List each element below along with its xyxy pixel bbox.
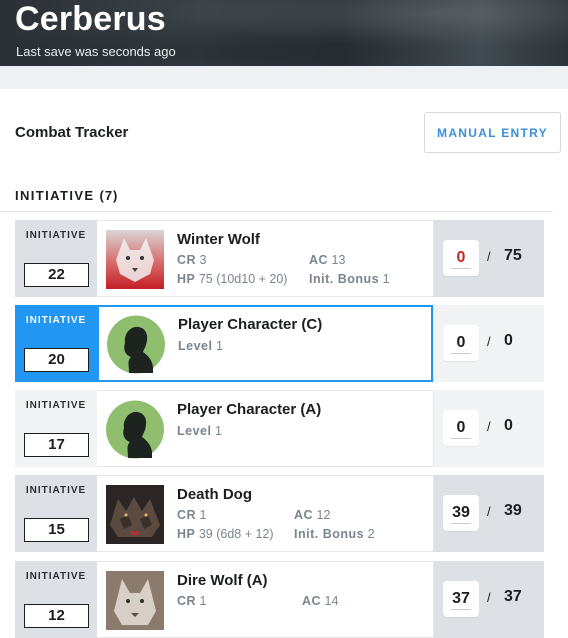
combatant-name: Dire Wolf (A) (177, 572, 268, 589)
level-stat: Level 1 (177, 424, 222, 438)
cr-stat: CR 3 (177, 253, 207, 267)
app-title: Cerberus (15, 0, 166, 38)
page-title: Combat Tracker (15, 124, 129, 141)
combatant-row[interactable]: INITIATIVE 15 Death Dog CR 1 AC 12 HP 39… (15, 475, 544, 552)
hp-box: 37 / 37 (433, 561, 544, 638)
hp-current-input[interactable]: 0 (443, 240, 479, 276)
initiative-value[interactable]: 20 (24, 348, 89, 372)
hp-box: 0 / 0 (433, 305, 544, 382)
init-bonus-stat: Init. Bonus 2 (294, 527, 375, 541)
combatant-name: Death Dog (177, 486, 252, 503)
header-strip (0, 66, 568, 89)
initiative-value[interactable]: 12 (24, 604, 89, 628)
combatant-card[interactable]: Dire Wolf (A) CR 1 AC 14 (97, 561, 433, 638)
cr-stat: CR 1 (177, 508, 207, 522)
ac-stat: AC 12 (294, 508, 331, 522)
initiative-box: INITIATIVE 17 (15, 390, 97, 467)
combatant-card[interactable]: Player Character (C) Level 1 (97, 305, 433, 382)
cr-stat: CR 1 (177, 594, 207, 608)
combatant-name: Winter Wolf (177, 231, 260, 248)
dire-wolf-portrait (106, 571, 164, 630)
combatant-card[interactable]: Death Dog CR 1 AC 12 HP 39 (6d8 + 12) In… (97, 475, 433, 552)
hp-current-input[interactable]: 0 (443, 410, 479, 446)
initiative-value[interactable]: 22 (24, 263, 89, 287)
hp-stat: HP 75 (10d10 + 20) (177, 272, 288, 286)
manual-entry-button[interactable]: MANUAL ENTRY (424, 112, 561, 153)
player-silhouette-icon (106, 400, 164, 459)
initiative-count: (7) (99, 188, 119, 203)
hp-separator: / (487, 334, 491, 349)
hp-box: 39 / 39 (433, 475, 544, 552)
hp-box: 0 / 0 (433, 390, 544, 467)
death-dog-portrait (106, 485, 164, 544)
save-status: Last save was seconds ago (16, 44, 176, 59)
hp-separator: / (487, 249, 491, 264)
hp-max: 39 (504, 502, 522, 519)
hp-current-input[interactable]: 37 (443, 581, 479, 617)
hp-max: 75 (504, 247, 522, 264)
initiative-value[interactable]: 17 (24, 433, 89, 457)
header-banner: Cerberus Last save was seconds ago (0, 0, 568, 66)
ac-stat: AC 14 (302, 594, 339, 608)
initiative-label: INITIATIVE (25, 230, 87, 241)
hp-max: 37 (504, 588, 522, 605)
combatant-name: Player Character (C) (178, 316, 323, 333)
winter-wolf-portrait (106, 230, 164, 289)
hp-box: 0 / 75 (433, 220, 544, 297)
combatant-card[interactable]: Player Character (A) Level 1 (97, 390, 433, 467)
hp-stat: HP 39 (6d8 + 12) (177, 527, 274, 541)
initiative-heading: INITIATIVE (7) (15, 188, 118, 203)
initiative-label: INITIATIVE (25, 571, 87, 582)
player-silhouette-icon (107, 315, 165, 374)
hp-current-input[interactable]: 0 (443, 325, 479, 361)
init-bonus-stat: Init. Bonus 1 (309, 272, 390, 286)
level-stat: Level 1 (178, 339, 223, 353)
combatant-row[interactable]: INITIATIVE 17 Player Character (A) Level… (15, 390, 544, 467)
initiative-label: INITIATIVE (25, 400, 87, 411)
initiative-heading-label: INITIATIVE (15, 188, 95, 203)
hp-max: 0 (504, 332, 513, 349)
initiative-value[interactable]: 15 (24, 518, 89, 542)
hp-current-input[interactable]: 39 (443, 495, 479, 531)
initiative-box: INITIATIVE 12 (15, 561, 97, 638)
combatant-row[interactable]: INITIATIVE 12 Dire Wolf (A) CR 1 AC 14 3… (15, 561, 544, 638)
initiative-box: INITIATIVE 22 (15, 220, 97, 297)
initiative-box: INITIATIVE 15 (15, 475, 97, 552)
divider (0, 211, 553, 212)
combatant-row-active[interactable]: INITIATIVE 20 Player Character (C) Level… (15, 305, 544, 382)
initiative-box: INITIATIVE 20 (15, 305, 97, 382)
initiative-label: INITIATIVE (25, 315, 87, 326)
combatant-card[interactable]: Winter Wolf CR 3 AC 13 HP 75 (10d10 + 20… (97, 220, 433, 297)
hp-separator: / (487, 590, 491, 605)
hp-separator: / (487, 419, 491, 434)
initiative-label: INITIATIVE (25, 485, 87, 496)
ac-stat: AC 13 (309, 253, 346, 267)
hp-max: 0 (504, 417, 513, 434)
hp-separator: / (487, 504, 491, 519)
combatant-row[interactable]: INITIATIVE 22 Winter Wolf CR 3 AC 13 HP … (15, 220, 544, 297)
combatant-name: Player Character (A) (177, 401, 322, 418)
